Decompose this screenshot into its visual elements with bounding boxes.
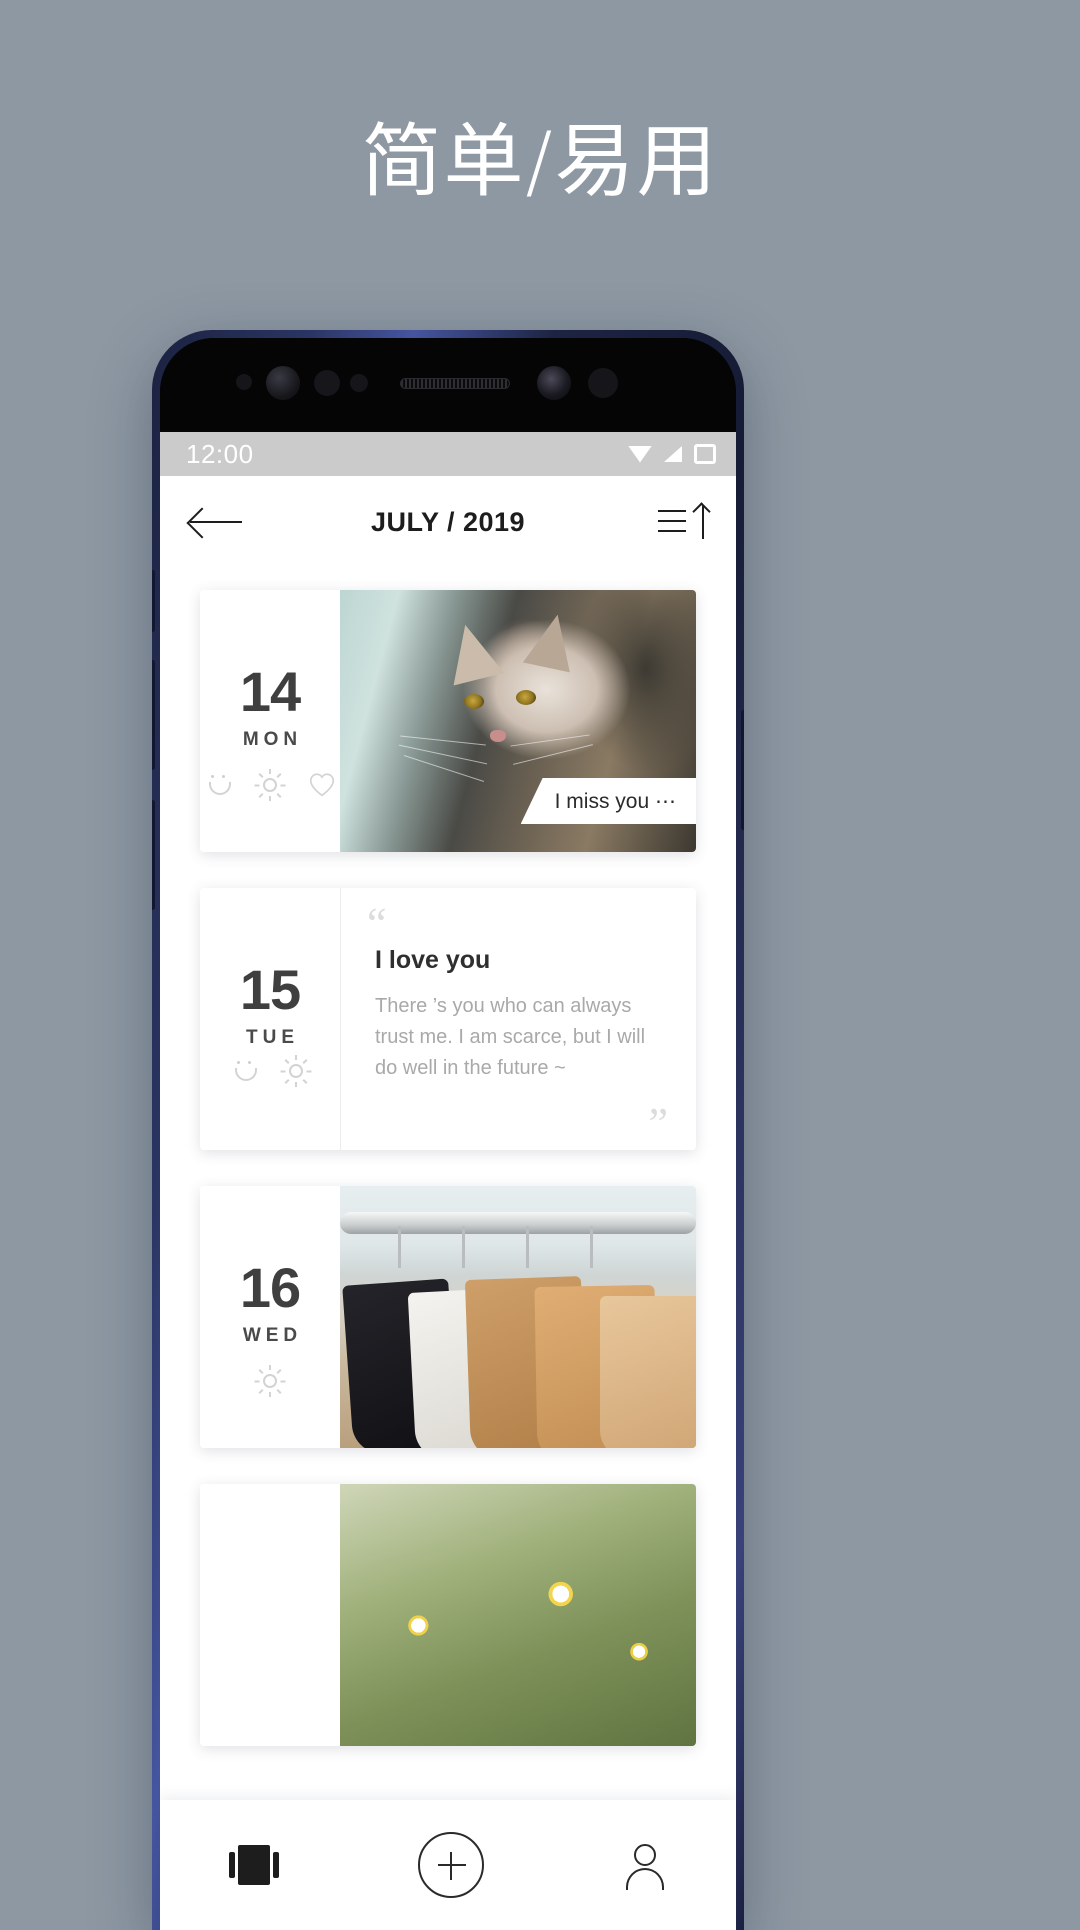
entry-caption-ribbon: I miss you ⋯ [520, 778, 696, 824]
entry-date-panel: 17 THU [200, 1484, 340, 1746]
status-bar-time: 12:00 [186, 438, 254, 469]
sun-icon[interactable] [254, 1365, 286, 1397]
entry-day-number: 15 [239, 958, 301, 1021]
entry-weekday: MON [242, 729, 303, 750]
status-bar-icons [628, 444, 716, 464]
earpiece-speaker-icon [400, 378, 510, 389]
entry-quote-text: There ’s you who can always trust me. I … [375, 995, 646, 1079]
sort-line-3 [658, 530, 686, 532]
entry-date-panel: 14 MON [200, 590, 340, 852]
sort-line-2 [658, 520, 686, 522]
status-bar: 12:00 [160, 432, 736, 476]
sun-icon[interactable] [254, 769, 286, 801]
entry-day-number: 16 [239, 1256, 301, 1319]
entry-media[interactable] [340, 1484, 696, 1746]
entry-card-17[interactable]: 17 THU [200, 1484, 696, 1746]
entry-media[interactable] [340, 1186, 696, 1448]
light-sensor-icon [314, 370, 340, 396]
entry-quote-title: I love you [375, 946, 491, 974]
person-icon [623, 1842, 667, 1890]
iris-scanner-icon [266, 366, 300, 400]
app-header: JULY / 2019 [160, 476, 736, 568]
clothes-hangers-photo [340, 1186, 696, 1448]
signal-icon [664, 446, 682, 462]
phone-screen-frame: 12:00 JULY / 2019 14 MON I miss you ⋯ 15… [160, 338, 736, 1930]
entry-card-16[interactable]: 16 WED [200, 1186, 696, 1448]
smile-icon[interactable] [229, 1056, 259, 1086]
phone-button-volume-down [152, 800, 155, 910]
entry-media[interactable]: I miss you ⋯ [340, 590, 696, 852]
phone-button-bixby [152, 570, 155, 632]
sort-arrow-up [702, 505, 704, 539]
add-plus-icon [417, 1832, 484, 1898]
entry-weekday: WED [242, 1325, 303, 1346]
entry-quote-body[interactable]: “ I love you There ’s you who can always… [340, 888, 696, 1150]
battery-icon [694, 444, 716, 464]
quote-open-mark: “ [367, 899, 387, 948]
entry-card-15[interactable]: 15 TUE “ I love you There ’s you who can… [200, 888, 696, 1150]
app-screen: 12:00 JULY / 2019 14 MON I miss you ⋯ 15… [160, 432, 736, 1930]
phone-button-power [741, 710, 744, 830]
cards-view-icon [229, 1845, 280, 1885]
entry-weekday: TUE [246, 1027, 299, 1048]
page-title: JULY / 2019 [370, 506, 526, 537]
entry-day-number: 14 [239, 660, 301, 723]
quote-close-mark: ” [648, 1099, 668, 1148]
entry-date-panel: 16 WED [200, 1186, 340, 1448]
entry-mood-row [200, 1365, 340, 1397]
entry-feed[interactable]: 14 MON I miss you ⋯ 15 TUE “ I love you … [160, 568, 736, 1800]
smile-icon[interactable] [203, 770, 233, 800]
phone-button-volume-up [152, 660, 155, 770]
front-camera-icon [537, 366, 571, 400]
bottom-navigation [160, 1800, 736, 1930]
proximity-sensor-icon [236, 374, 252, 390]
secondary-sensor-icon [588, 368, 618, 398]
sort-ascending-icon[interactable] [658, 503, 706, 541]
nav-cards-button[interactable] [229, 1845, 280, 1885]
phone-top-bezel [160, 338, 736, 432]
wifi-icon [628, 445, 652, 463]
phone-mockup: 12:00 JULY / 2019 14 MON I miss you ⋯ 15… [152, 330, 744, 1930]
led-indicator-icon [350, 374, 368, 392]
sun-icon[interactable] [280, 1055, 312, 1087]
page-headline: 简单/易用 [361, 115, 719, 208]
back-arrow-icon[interactable] [190, 507, 242, 537]
nav-add-button[interactable] [417, 1832, 484, 1898]
entry-date-panel: 15 TUE [200, 888, 340, 1150]
entry-card-14[interactable]: 14 MON I miss you ⋯ [200, 590, 696, 852]
heart-icon[interactable] [307, 770, 337, 800]
sort-line-1 [658, 510, 686, 512]
entry-mood-row [200, 769, 340, 801]
entry-mood-row [200, 1055, 340, 1087]
daisy-flowers-photo [340, 1484, 696, 1746]
nav-profile-button[interactable] [623, 1842, 667, 1890]
